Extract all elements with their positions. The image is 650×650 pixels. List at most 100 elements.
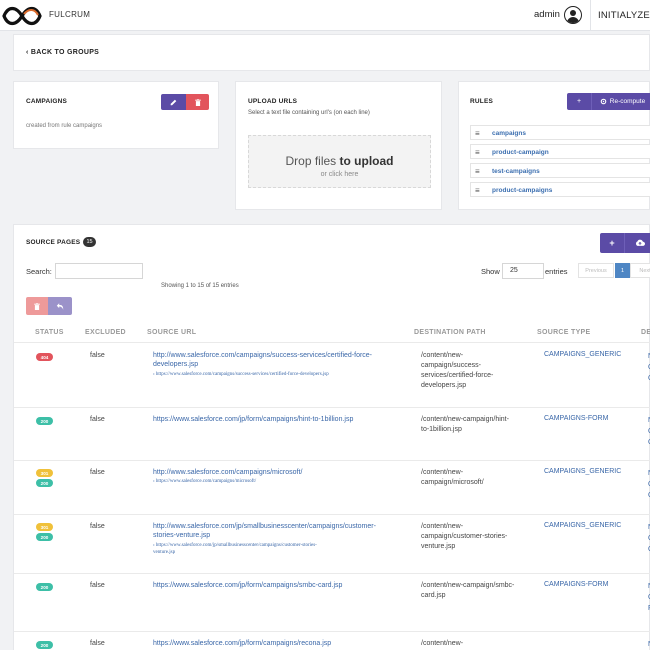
dropzone-text: Drop files to upload xyxy=(285,154,394,168)
source-url-link[interactable]: http://www.salesforce.com/jp/smallbusine… xyxy=(153,522,376,540)
drag-handle-icon[interactable]: ≡ xyxy=(475,186,480,195)
source-count-badge: 15 xyxy=(83,237,96,247)
delete-selected-button[interactable] xyxy=(26,297,48,315)
source-pages-card: SOURCE PAGES 15 + Search: Showing 1 to 1… xyxy=(13,224,650,650)
drag-handle-icon[interactable]: ≡ xyxy=(475,167,480,176)
row-divider xyxy=(14,631,650,632)
status-badge: 200 xyxy=(36,533,53,541)
destination-path: /content/new-campaign/smbc-card.jsp xyxy=(421,582,515,599)
cogs-icon xyxy=(600,98,607,105)
rule-item[interactable]: ≡ product-campaign xyxy=(470,144,650,159)
file-dropzone[interactable]: Drop files to upload or click here xyxy=(248,135,431,188)
row-divider xyxy=(14,573,650,574)
destination-path: /content/new-campaign/hint-to-1billion.j… xyxy=(421,416,509,433)
upload-source-button[interactable] xyxy=(624,233,650,253)
source-type-link[interactable]: CAMPAIGNS-FORM xyxy=(544,415,608,422)
fulcrum-logo-icon[interactable] xyxy=(2,6,42,26)
edit-icon xyxy=(170,99,177,105)
table-header-divider xyxy=(14,342,650,343)
pagination-page-1[interactable]: 1 xyxy=(615,263,630,278)
campaign-title: CAMPAIGNS xyxy=(26,98,68,105)
redirect-url-link[interactable]: › https://www.salesforce.com/jp/smallbus… xyxy=(153,542,317,556)
delete-campaign-button[interactable] xyxy=(186,94,209,110)
excluded-value: false xyxy=(90,523,105,530)
search-label: Search: xyxy=(26,267,52,276)
undo-button[interactable] xyxy=(48,297,72,315)
column-header-destination-path[interactable]: DESTINATION PATH xyxy=(414,329,486,336)
user-avatar-icon[interactable] xyxy=(564,6,582,24)
status-badge: 200 xyxy=(36,583,53,591)
source-type-link[interactable]: CAMPAIGNS_GENERIC xyxy=(544,468,621,475)
upload-title: UPLOAD URLS xyxy=(248,98,298,105)
rule-name[interactable]: product-campaign xyxy=(492,149,549,156)
plus-icon: + xyxy=(609,238,615,248)
source-pages-title: SOURCE PAGES xyxy=(26,239,81,246)
campaign-description: created from rule campaigns xyxy=(26,123,103,129)
column-header-source-url[interactable]: SOURCE URL xyxy=(147,329,196,336)
pagination-next[interactable]: Next xyxy=(630,263,650,278)
source-url-link[interactable]: http://www.salesforce.com/campaigns/micr… xyxy=(153,468,302,477)
destination-path: /content/new-campaign/microsoft/ xyxy=(421,469,484,486)
destination-path: /content/new-campaign/customer-stories-v… xyxy=(421,523,508,550)
column-header-source-type[interactable]: SOURCE TYPE xyxy=(537,329,590,336)
back-label: BACK TO GROUPS xyxy=(30,49,100,56)
drag-handle-icon[interactable]: ≡ xyxy=(475,148,480,157)
status-badge: 301 xyxy=(36,469,53,477)
column-header-status[interactable]: STATUS xyxy=(35,329,64,336)
plus-icon: + xyxy=(576,98,582,105)
trash-icon xyxy=(34,302,40,310)
status-badge: 301 xyxy=(36,523,53,531)
trash-icon xyxy=(194,98,201,106)
back-to-groups-link[interactable]: ‹ BACK TO GROUPS xyxy=(26,49,99,56)
destination-path: /content/new- xyxy=(421,640,464,647)
source-url-link[interactable]: http://www.salesforce.com/campaigns/succ… xyxy=(153,351,372,369)
rule-item[interactable]: ≡ product-campaigns xyxy=(470,182,650,197)
source-url-link[interactable]: https://www.salesforce.com/jp/form/campa… xyxy=(153,581,342,590)
destination-path: /content/new-campaign/success-services/c… xyxy=(421,352,494,389)
rules-card: RULES + Re-compute ≡ campaigns ≡ product-c… xyxy=(458,81,650,210)
column-header-truncated[interactable]: DE xyxy=(641,329,650,336)
page-length-select[interactable]: 25 xyxy=(502,263,544,279)
add-source-button[interactable]: + xyxy=(600,233,624,253)
source-url-link[interactable]: https://www.salesforce.com/jp/form/campa… xyxy=(153,415,353,424)
show-label: Show xyxy=(481,267,500,276)
org-name[interactable]: INITIALYZE xyxy=(598,10,650,21)
recompute-button[interactable]: Re-compute xyxy=(591,93,650,110)
edit-campaign-button[interactable] xyxy=(161,94,186,110)
back-card: ‹ BACK TO GROUPS xyxy=(13,34,650,71)
brand-name: FULCRUM xyxy=(49,10,91,19)
redirect-url-link[interactable]: › https://www.salesforce.com/campaigns/m… xyxy=(153,478,256,485)
source-type-link[interactable]: CAMPAIGNS_GENERIC xyxy=(544,351,621,358)
search-input[interactable] xyxy=(55,263,143,279)
rule-item[interactable]: ≡ test-campaigns xyxy=(470,163,650,178)
rule-item[interactable]: ≡ campaigns xyxy=(470,125,650,140)
header-divider xyxy=(590,0,591,31)
excluded-value: false xyxy=(90,582,105,589)
source-type-link[interactable]: CAMPAIGNS_GENERIC xyxy=(544,522,621,529)
recompute-label: Re-compute xyxy=(609,98,646,105)
excluded-value: false xyxy=(90,352,105,359)
rule-name[interactable]: product-campaigns xyxy=(492,187,552,194)
upload-subtitle: Select a text file containing url's (on … xyxy=(248,110,370,116)
user-name[interactable]: admin xyxy=(534,9,560,20)
row-divider xyxy=(14,407,650,408)
row-divider xyxy=(14,460,650,461)
rules-title: RULES xyxy=(470,98,494,105)
cloud-upload-icon xyxy=(635,239,645,246)
source-url-link[interactable]: https://www.salesforce.com/jp/form/campa… xyxy=(153,639,331,648)
top-bar: FULCRUM admin INITIALYZE xyxy=(0,0,650,31)
showing-entries-text: Showing 1 to 15 of 15 entries xyxy=(161,283,239,289)
status-badge: 200 xyxy=(36,479,53,487)
drag-handle-icon[interactable]: ≡ xyxy=(475,129,480,138)
column-header-excluded[interactable]: EXCLUDED xyxy=(85,329,126,336)
undo-icon xyxy=(56,302,64,310)
status-badge: 200 xyxy=(36,641,53,649)
pagination-previous[interactable]: Previous xyxy=(578,263,614,278)
add-rule-button[interactable]: + xyxy=(567,93,591,110)
campaign-card: CAMPAIGNS created from rule campaigns xyxy=(13,81,219,149)
redirect-url-link[interactable]: › https://www.salesforce.com/campaigns/s… xyxy=(153,371,329,378)
rule-name[interactable]: campaigns xyxy=(492,130,526,137)
rule-name[interactable]: test-campaigns xyxy=(492,168,540,175)
source-type-link[interactable]: CAMPAIGNS-FORM xyxy=(544,581,608,588)
status-badge: 200 xyxy=(36,417,53,425)
